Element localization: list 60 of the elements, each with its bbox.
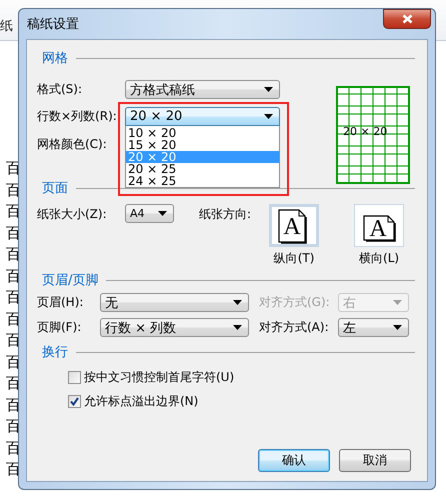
dropdown[interactable]: 方格式稿纸 — [125, 80, 280, 99]
checkbox[interactable] — [68, 370, 81, 384]
orientation-button[interactable]: A — [354, 204, 404, 247]
field-label: 格式(S): — [37, 81, 84, 98]
dropdown[interactable]: 左 — [338, 318, 409, 337]
caret-icon — [393, 300, 402, 305]
caret-icon — [233, 325, 242, 330]
ribbon-label: 纸 — [0, 20, 13, 34]
document-text: 百 — [6, 308, 22, 330]
document-text: 百 — [6, 459, 22, 480]
field-label: 页脚(F): — [37, 319, 82, 336]
document-text: 百 — [6, 352, 22, 372]
section-heading: 页眉/页脚 — [41, 272, 98, 289]
field-label: 纸张大小(Z): — [37, 206, 108, 223]
close-button[interactable] — [383, 8, 431, 28]
document-text: 百 — [6, 287, 22, 308]
list-option[interactable]: 24 × 25 — [126, 175, 279, 187]
caret-icon — [158, 211, 167, 216]
document-text: 百 — [6, 394, 22, 416]
document-text: 百 — [6, 438, 22, 458]
orientation-label: 横向(L) — [359, 250, 400, 267]
field-label: 页眉(H): — [37, 294, 84, 311]
dropdown[interactable]: 行数 × 列数 — [100, 318, 249, 337]
caret-icon — [264, 87, 273, 92]
orientation-label: 纵向(T) — [274, 250, 314, 267]
dropdown[interactable]: 20 × 20 — [125, 107, 280, 126]
section-heading: 页面 — [41, 180, 68, 197]
document-text: 百 — [6, 201, 22, 222]
orientation-button[interactable]: A — [269, 204, 320, 247]
dropdown[interactable]: A4 — [125, 204, 174, 223]
checkbox-label: 允许标点溢出边界(N) — [84, 392, 198, 410]
section-heading: 换行 — [41, 344, 68, 361]
document-text: 百 — [6, 373, 22, 394]
field-label: 纸张方向: — [199, 206, 252, 223]
document-text: 百 — [6, 158, 22, 179]
document-text: 百 — [6, 222, 22, 244]
list-option[interactable]: 10 × 20 — [126, 127, 279, 139]
field-label: 对齐方式(A): — [259, 319, 330, 336]
field-label: 网格颜色(C): — [37, 136, 108, 153]
dropdown[interactable]: 无 — [100, 293, 249, 312]
close-icon — [402, 14, 412, 24]
section-heading: 网格 — [41, 50, 68, 67]
caret-icon — [233, 300, 242, 305]
field-label: 对齐方式(G): — [259, 294, 331, 311]
caret-icon — [264, 114, 273, 119]
window-title: 稿纸设置 — [27, 16, 79, 33]
document-text: 百 — [6, 330, 22, 351]
checkbox-label: 按中文习惯控制首尾字符(U) — [84, 368, 234, 386]
caret-icon — [393, 325, 402, 330]
document-text: 百 — [6, 416, 22, 437]
field-label: 行数×列数(R): — [37, 108, 118, 125]
document-text: 百 — [6, 180, 22, 200]
document-text: 百 — [6, 244, 22, 265]
list-option[interactable]: 15 × 20 — [126, 139, 279, 151]
list-option[interactable]: 20 × 25 — [126, 163, 279, 175]
check-icon — [70, 396, 79, 406]
checkbox[interactable] — [68, 394, 81, 408]
dialog-button[interactable]: 取消 — [339, 449, 411, 472]
dialog-button[interactable]: 确认 — [258, 449, 330, 472]
document-text: 百 — [6, 266, 22, 286]
